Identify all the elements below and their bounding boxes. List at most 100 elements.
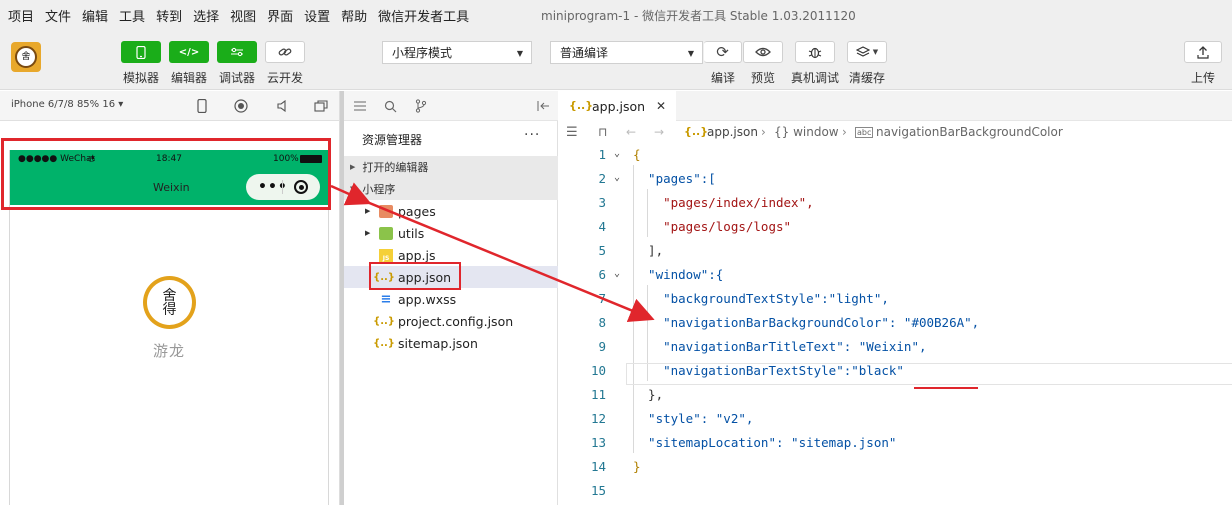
line-number: 10 bbox=[590, 363, 606, 378]
tab-app-json[interactable]: {..} app.json ✕ bbox=[558, 91, 676, 121]
battery-icon bbox=[300, 155, 322, 163]
editor-tabs: {..} app.json ✕ bbox=[558, 91, 1232, 121]
code-editor: {..} app.json ✕ ☰ ⊓ ← → {..} app.json › … bbox=[558, 91, 1232, 505]
tree-item-utils[interactable]: ▶ utils bbox=[344, 222, 558, 244]
project-section[interactable]: ▼ 小程序 bbox=[344, 178, 558, 200]
line-number: 6 bbox=[598, 267, 606, 282]
more-icon[interactable]: ··· bbox=[524, 127, 540, 143]
close-icon[interactable]: ✕ bbox=[656, 99, 666, 113]
close-target-icon[interactable] bbox=[294, 180, 308, 194]
breadcrumb-property[interactable]: navigationBarBackgroundColor bbox=[876, 125, 1063, 139]
code-line: "sitemapLocation": "sitemap.json" bbox=[633, 435, 897, 450]
breadcrumb: ☰ ⊓ ← → {..} app.json › {} window › abc … bbox=[558, 121, 1232, 143]
list-icon[interactable] bbox=[352, 98, 368, 114]
code-line: "navigationBarTextStyle":"black" bbox=[633, 363, 904, 378]
more-icon[interactable]: ••• bbox=[258, 179, 288, 195]
outline-icon[interactable]: ☰ bbox=[566, 125, 578, 140]
search-icon[interactable] bbox=[382, 98, 398, 114]
chevron-down-icon: ▼ bbox=[516, 49, 523, 58]
cloud-dev-button[interactable] bbox=[265, 41, 305, 63]
line-number: 5 bbox=[598, 243, 606, 258]
tab-label: app.json bbox=[592, 99, 646, 114]
branch-icon[interactable] bbox=[413, 98, 429, 114]
open-editors-section[interactable]: ▶ 打开的编辑器 bbox=[344, 156, 558, 178]
menu-devtools[interactable]: 微信开发者工具 bbox=[378, 6, 469, 25]
mode-select[interactable]: 小程序模式 ▼ bbox=[382, 41, 532, 64]
menu-selection[interactable]: 选择 bbox=[193, 6, 219, 25]
code-area[interactable]: 1 2 3 4 5 6 7 8 9 10 11 12 13 14 15 ⌄ ⌄ … bbox=[558, 143, 1232, 505]
chevron-down-icon[interactable]: ⌄ bbox=[614, 172, 620, 183]
tree-item-project-config[interactable]: {..} project.config.json bbox=[344, 310, 558, 332]
tree-item-app-js[interactable]: JS app.js bbox=[344, 244, 558, 266]
css-file-icon: ≡ bbox=[380, 291, 392, 307]
tree-item-pages[interactable]: ▶ pages bbox=[344, 200, 558, 222]
simulator-label: 模拟器 bbox=[122, 71, 159, 85]
bookmark-icon[interactable]: ⊓ bbox=[598, 125, 607, 139]
link-icon bbox=[278, 48, 292, 56]
open-editors-label: 打开的编辑器 bbox=[362, 161, 429, 174]
line-number: 2 bbox=[598, 171, 606, 186]
forward-arrow-icon[interactable]: → bbox=[654, 125, 664, 139]
json-file-icon: {..} bbox=[684, 125, 709, 138]
clear-cache-button[interactable]: ▼ bbox=[847, 41, 887, 63]
menu-help[interactable]: 帮助 bbox=[341, 6, 367, 25]
chevron-down-icon[interactable]: ⌄ bbox=[614, 268, 620, 279]
chevron-down-icon[interactable]: ⌄ bbox=[614, 148, 620, 159]
navigation-bar: ●●●●● WeChat ◔ 18:47 100% Weixin ••• bbox=[10, 150, 328, 205]
phone-icon[interactable] bbox=[194, 98, 210, 114]
capsule-menu[interactable]: ••• bbox=[246, 174, 320, 200]
real-device-debug-button[interactable] bbox=[795, 41, 835, 63]
menu-tools[interactable]: 工具 bbox=[119, 6, 145, 25]
mode-select-value: 小程序模式 bbox=[392, 46, 453, 60]
chevron-right-icon: ▶ bbox=[350, 163, 356, 171]
collapse-panel-icon[interactable] bbox=[535, 98, 551, 114]
tree-item-label: app.json bbox=[398, 269, 452, 285]
chevron-right-icon: › bbox=[842, 125, 847, 139]
tree-item-sitemap[interactable]: {..} sitemap.json bbox=[344, 332, 558, 354]
bug-icon bbox=[808, 47, 822, 59]
tree-item-label: app.js bbox=[398, 247, 436, 263]
file-explorer: 资源管理器 ··· ▶ 打开的编辑器 ▼ 小程序 ▶ pages ▶ utils… bbox=[344, 91, 558, 505]
menu-settings[interactable]: 设置 bbox=[304, 6, 330, 25]
tree-item-app-json[interactable]: {..} app.json bbox=[344, 266, 558, 288]
line-number: 3 bbox=[598, 195, 606, 210]
menu-file[interactable]: 文件 bbox=[45, 6, 71, 25]
volume-icon[interactable] bbox=[274, 98, 290, 114]
code-line: "navigationBarTitleText": "Weixin", bbox=[633, 339, 927, 354]
wifi-icon: ◔ bbox=[88, 154, 95, 163]
avatar[interactable]: 舍 bbox=[11, 42, 41, 72]
code-line: "pages/logs/logs" bbox=[633, 219, 792, 234]
json-file-icon: {..} bbox=[373, 337, 395, 349]
toolbar: 舍 模拟器 </> 编辑器 调试器 云开发 小程序模式 ▼ 普通编译 ▼ ⟳ 编… bbox=[0, 30, 1232, 90]
compile-button[interactable]: ⟳ bbox=[704, 41, 742, 63]
back-arrow-icon[interactable]: ← bbox=[626, 125, 636, 139]
menu-interface[interactable]: 界面 bbox=[267, 6, 293, 25]
menu-edit[interactable]: 编辑 bbox=[82, 6, 108, 25]
chevron-right-icon: ▶ bbox=[365, 229, 371, 237]
editor-toggle-button[interactable]: </> bbox=[169, 41, 209, 63]
breadcrumb-file[interactable]: app.json bbox=[707, 125, 758, 139]
debugger-toggle-button[interactable] bbox=[217, 41, 257, 63]
multi-window-icon[interactable] bbox=[313, 98, 329, 114]
record-icon[interactable] bbox=[233, 98, 249, 114]
upload-label: 上传 bbox=[1190, 71, 1215, 85]
status-carrier: ●●●●● WeChat bbox=[18, 154, 96, 164]
compile-select[interactable]: 普通编译 ▼ bbox=[550, 41, 703, 64]
menu-goto[interactable]: 转到 bbox=[156, 6, 182, 25]
line-number: 12 bbox=[590, 411, 606, 426]
menu-view[interactable]: 视图 bbox=[230, 6, 256, 25]
phone-icon bbox=[136, 45, 146, 59]
debugger-label: 调试器 bbox=[218, 71, 255, 85]
status-battery: 100% bbox=[273, 154, 299, 164]
real-device-debug-label: 真机调试 bbox=[790, 71, 839, 85]
explorer-title: 资源管理器 bbox=[362, 133, 423, 147]
simulator-toggle-button[interactable] bbox=[121, 41, 161, 63]
upload-button[interactable] bbox=[1184, 41, 1222, 63]
upload-icon bbox=[1197, 45, 1209, 59]
breadcrumb-window[interactable]: {} window bbox=[774, 125, 839, 139]
preview-label: 预览 bbox=[750, 71, 775, 85]
device-select[interactable]: iPhone 6/7/8 85% 16 ▾ bbox=[11, 99, 123, 110]
menu-project[interactable]: 项目 bbox=[8, 6, 34, 25]
preview-button[interactable] bbox=[743, 41, 783, 63]
tree-item-app-wxss[interactable]: ≡ app.wxss bbox=[344, 288, 558, 310]
